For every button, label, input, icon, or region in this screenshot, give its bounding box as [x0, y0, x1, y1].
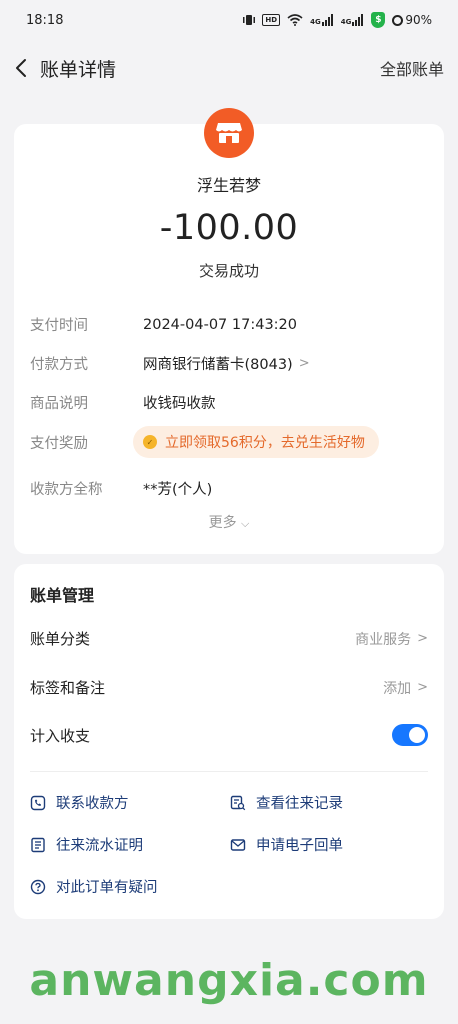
tags-value-text: 添加 — [383, 680, 412, 697]
detail-row-item-desc: 商品说明 收钱码收款 — [30, 392, 428, 413]
watermark-text: anwangxia.com — [29, 955, 429, 1006]
all-bills-button[interactable]: 全部账单 — [380, 56, 444, 80]
status-time: 18:18 — [26, 12, 64, 28]
statement-proof-link[interactable]: 往来流水证明 — [30, 834, 143, 855]
category-label: 账单分类 — [30, 630, 91, 648]
signal-icon-2: 4G — [341, 14, 365, 26]
security-shield-icon: $ — [371, 12, 386, 28]
detail-value: **芳(个人) — [143, 482, 213, 498]
battery-percent: 90% — [405, 13, 432, 27]
mail-icon — [230, 838, 246, 851]
detail-value: 收钱码收款 — [143, 396, 216, 412]
detail-row-payment-method[interactable]: 付款方式 网商银行储蓄卡(8043) > — [30, 353, 428, 374]
detail-label: 支付奖励 — [30, 435, 88, 452]
statement-proof-label: 往来流水证明 — [56, 838, 143, 854]
page-title: 账单详情 — [40, 58, 117, 81]
chevron-right-icon: > — [298, 356, 310, 371]
merchant-name: 浮生若梦 — [196, 176, 261, 195]
tags-notes-row[interactable]: 标签和备注 添加 > — [30, 677, 428, 698]
phone-icon — [30, 795, 46, 810]
bill-management-card: 账单管理 账单分类 商业服务 > 标签和备注 添加 > 计入收支 联系收款方 查… — [14, 564, 444, 919]
payment-method-value: 网商银行储蓄卡(8043) — [143, 357, 293, 373]
transaction-amount: -100.00 — [159, 208, 299, 248]
bill-category-row[interactable]: 账单分类 商业服务 > — [30, 628, 428, 649]
tags-label: 标签和备注 — [30, 679, 106, 697]
tags-value: 添加 > — [383, 678, 428, 698]
order-question-label: 对此订单有疑问 — [56, 880, 158, 896]
contact-payee-link[interactable]: 联系收款方 — [30, 792, 129, 813]
more-toggle[interactable]: 更多 ⌵ — [14, 512, 444, 532]
chevron-right-icon: > — [417, 631, 428, 646]
detail-label: 商品说明 — [30, 396, 88, 412]
nav-bar: 账单详情 全部账单 — [0, 40, 458, 96]
e-receipt-link[interactable]: 申请电子回单 — [230, 834, 343, 855]
wifi-icon — [287, 14, 303, 26]
bill-detail-card: 浮生若梦 -100.00 交易成功 支付时间 2024-04-07 17:43:… — [14, 108, 444, 554]
detail-value: 网商银行储蓄卡(8043) > — [143, 353, 310, 374]
question-icon — [30, 879, 46, 894]
contact-payee-label: 联系收款方 — [56, 796, 129, 812]
detail-label: 支付时间 — [30, 318, 88, 334]
category-value: 商业服务 > — [355, 629, 428, 649]
chevron-down-icon: ⌵ — [241, 517, 250, 530]
section-title: 账单管理 — [30, 586, 95, 605]
order-question-link[interactable]: 对此订单有疑问 — [30, 876, 158, 897]
view-history-label: 查看往来记录 — [256, 796, 343, 812]
nav-left: 账单详情 — [14, 55, 116, 82]
divider — [30, 771, 428, 772]
reward-pill-button[interactable]: ✓ 立即领取56积分，去兑生活好物 — [133, 426, 379, 458]
count-toggle[interactable] — [392, 724, 428, 746]
detail-row-pay-time: 支付时间 2024-04-07 17:43:20 — [30, 314, 428, 335]
records-search-icon — [230, 795, 246, 810]
back-icon[interactable] — [14, 58, 30, 78]
battery-indicator: 90% — [392, 13, 432, 27]
detail-value: 2024-04-07 17:43:20 — [143, 316, 297, 333]
detail-row-payee: 收款方全称 **芳(个人) — [30, 478, 428, 499]
status-icons: HD 4G 4G $ 90% — [243, 12, 432, 28]
view-history-link[interactable]: 查看往来记录 — [230, 792, 343, 813]
detail-label: 付款方式 — [30, 357, 88, 373]
vibrate-icon — [243, 15, 256, 25]
detail-row-reward: 支付奖励 ✓ 立即领取56积分，去兑生活好物 — [30, 426, 428, 458]
reward-text: 立即领取56积分，去兑生活好物 — [165, 435, 365, 451]
status-bar: 18:18 HD 4G 4G $ 90% — [0, 0, 458, 40]
e-receipt-label: 申请电子回单 — [256, 838, 343, 854]
chevron-right-icon: > — [417, 680, 428, 695]
battery-icon — [392, 14, 404, 26]
signal-icon-1: 4G — [310, 14, 334, 26]
category-value-text: 商业服务 — [355, 631, 412, 648]
count-in-budget-row: 计入收支 — [30, 724, 428, 746]
transaction-status: 交易成功 — [198, 262, 259, 280]
document-icon — [31, 837, 45, 852]
detail-label: 收款方全称 — [30, 482, 103, 498]
count-label: 计入收支 — [30, 726, 91, 745]
more-label: 更多 — [208, 515, 237, 531]
hd-icon: HD — [262, 14, 281, 26]
merchant-store-icon — [204, 108, 254, 158]
coin-icon: ✓ — [143, 435, 157, 449]
